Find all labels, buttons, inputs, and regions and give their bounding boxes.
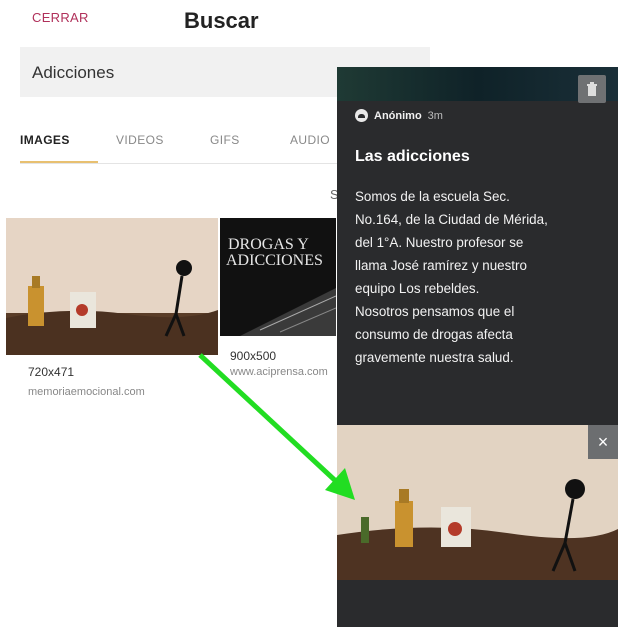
pointer-arrow bbox=[198, 353, 355, 500]
